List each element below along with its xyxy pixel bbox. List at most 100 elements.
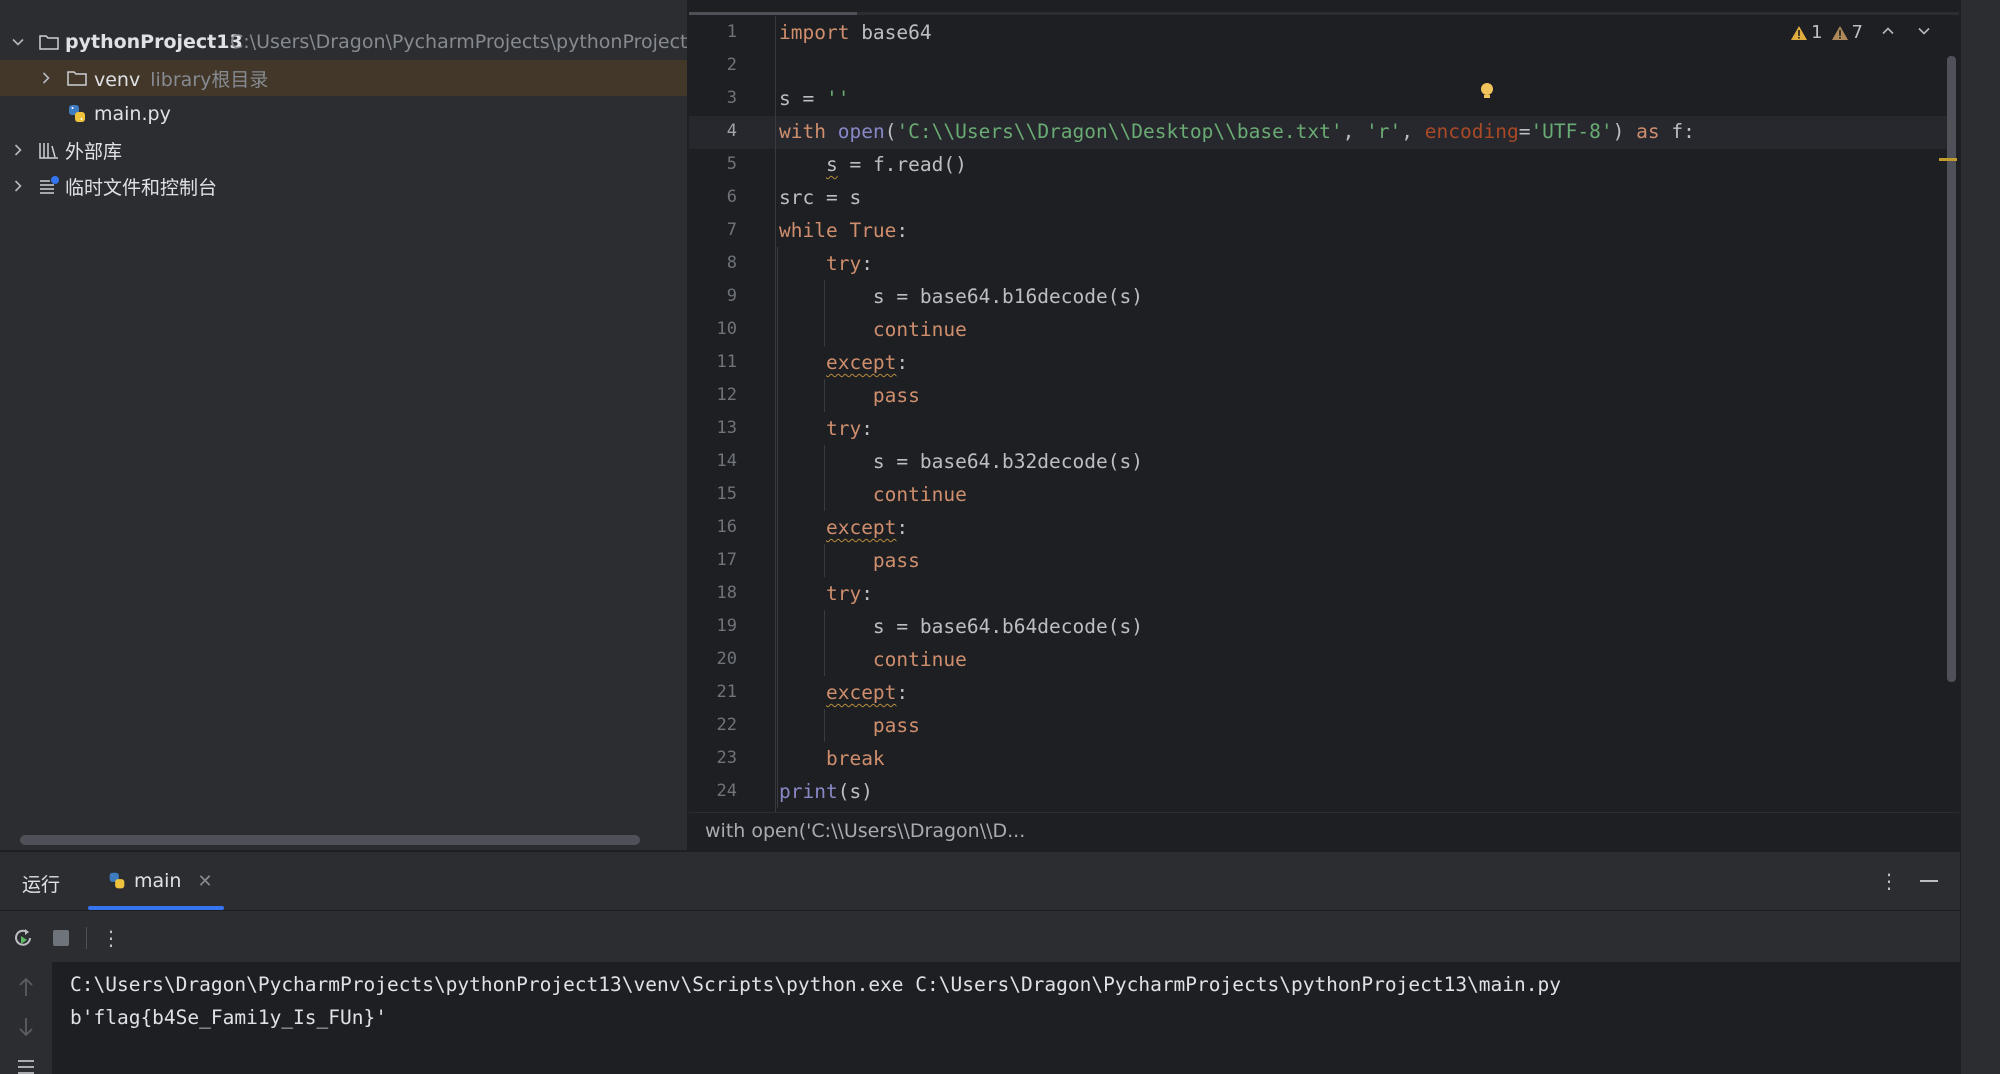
- line-number[interactable]: 2: [689, 49, 737, 82]
- line-number[interactable]: 7: [689, 214, 737, 247]
- line-number[interactable]: 5: [689, 148, 737, 181]
- stop-icon[interactable]: [48, 925, 74, 951]
- code-line[interactable]: except:: [779, 511, 908, 544]
- warning-stripe-marker[interactable]: [1939, 158, 1957, 161]
- code-line[interactable]: except:: [779, 346, 908, 379]
- warning-count[interactable]: 7: [1831, 22, 1863, 43]
- soft-wrap-icon[interactable]: [16, 1058, 36, 1074]
- line-number[interactable]: 1: [689, 16, 737, 49]
- line-number[interactable]: 23: [689, 742, 737, 775]
- run-header: 运行 main ✕ ⋮: [0, 852, 1960, 910]
- code-line[interactable]: s = '': [779, 82, 849, 115]
- tab-main[interactable]: main ✕: [88, 852, 224, 910]
- tab-scrollbar-thumb[interactable]: [689, 12, 857, 15]
- venv-label: venv library根目录: [94, 65, 268, 92]
- line-number[interactable]: 24: [689, 775, 737, 808]
- code-line[interactable]: s = base64.b32decode(s): [779, 445, 1143, 478]
- code-line[interactable]: while True:: [779, 214, 908, 247]
- code-line[interactable]: pass: [779, 709, 920, 742]
- python-icon: [109, 872, 125, 889]
- chevron-right-icon[interactable]: [38, 70, 54, 86]
- code-line[interactable]: pass: [779, 379, 920, 412]
- code-line[interactable]: break: [779, 742, 885, 775]
- chevron-right-icon[interactable]: [10, 178, 26, 194]
- line-number[interactable]: 21: [689, 676, 737, 709]
- code-line[interactable]: s = base64.b64decode(s): [779, 610, 1143, 643]
- code-line[interactable]: try:: [779, 577, 873, 610]
- tab-main-label: main: [134, 870, 182, 892]
- line-number[interactable]: 15: [689, 478, 737, 511]
- code-line[interactable]: continue: [779, 643, 967, 676]
- line-number[interactable]: 18: [689, 577, 737, 610]
- code-line[interactable]: s = f.read(): [779, 148, 967, 181]
- more-options-icon[interactable]: ⋮: [1876, 868, 1902, 894]
- rerun-icon[interactable]: [10, 925, 36, 951]
- console-line[interactable]: b'flag{b4Se_Fami1y_Is_FUn}': [70, 1001, 387, 1034]
- chevron-right-icon[interactable]: [10, 142, 26, 158]
- tree-item-scratches[interactable]: 临时文件和控制台: [0, 168, 687, 204]
- tree-item-venv[interactable]: venv library根目录: [0, 60, 687, 96]
- more-actions-icon[interactable]: ⋮: [98, 925, 124, 951]
- code-line[interactable]: with open('C:\\Users\\Dragon\\Desktop\\b…: [779, 115, 1695, 148]
- toolbar-separator: [86, 927, 87, 949]
- line-number[interactable]: 19: [689, 610, 737, 643]
- scratches-icon: [37, 174, 61, 198]
- indent-guide: [824, 610, 825, 676]
- line-number[interactable]: 11: [689, 346, 737, 379]
- line-number-gutter[interactable]: 1 2 3 4 5 6 7 8 9 10 11 12 13 14 15 16 17 18 19 20 21 22 23 24: [689, 16, 773, 812]
- line-number[interactable]: 4: [689, 115, 737, 148]
- line-number[interactable]: 17: [689, 544, 737, 577]
- line-number[interactable]: 12: [689, 379, 737, 412]
- minimize-icon[interactable]: [1916, 868, 1942, 894]
- arrow-up-icon[interactable]: [16, 976, 36, 1002]
- warning-count-value: 7: [1851, 22, 1863, 43]
- code-line[interactable]: import base64: [779, 16, 932, 49]
- error-count[interactable]: 1: [1790, 22, 1823, 43]
- venv-hint: library根目录: [150, 68, 269, 91]
- code-editor[interactable]: 1 2 3 4 5 6 7 8 9 10 11 12 13 14 15 16 17 18 19 20 21 22 23 24 …: [689, 0, 1959, 850]
- code-line[interactable]: src = s: [779, 181, 861, 214]
- previous-highlight-icon[interactable]: [1881, 22, 1895, 43]
- run-tool-window: 运行 main ✕ ⋮ ⋮ C:\Users\Dragon\PycharmPro…: [0, 851, 1960, 1074]
- console-line[interactable]: C:\Users\Dragon\PycharmProjects\pythonPr…: [70, 968, 1561, 1001]
- horizontal-scrollbar[interactable]: [20, 835, 640, 845]
- tree-item-main-py[interactable]: main.py: [0, 96, 687, 132]
- inspection-widget[interactable]: 1 7: [1790, 22, 1931, 43]
- weak-warning-triangle-icon: [1831, 25, 1848, 40]
- line-number[interactable]: 8: [689, 247, 737, 280]
- line-number[interactable]: 10: [689, 313, 737, 346]
- code-line[interactable]: print(s): [779, 775, 873, 808]
- code-area[interactable]: import base64 s = '' with open('C:\\Users\…: [777, 16, 1939, 812]
- line-number[interactable]: 3: [689, 82, 737, 115]
- code-line[interactable]: continue: [779, 313, 967, 346]
- line-number[interactable]: 20: [689, 643, 737, 676]
- code-line[interactable]: s = base64.b16decode(s): [779, 280, 1143, 313]
- code-line[interactable]: try:: [779, 412, 873, 445]
- code-line[interactable]: try:: [779, 247, 873, 280]
- intention-bulb-icon[interactable]: [1479, 82, 1495, 100]
- indent-guide: [824, 709, 825, 742]
- line-number[interactable]: 14: [689, 445, 737, 478]
- code-line[interactable]: continue: [779, 478, 967, 511]
- close-icon[interactable]: ✕: [197, 871, 212, 892]
- tree-item-external-libraries[interactable]: 外部库: [0, 132, 687, 168]
- tab-scrollbar[interactable]: [689, 12, 1959, 15]
- main-py-label: main.py: [94, 103, 171, 125]
- tree-item-project-root[interactable]: pythonProject13 C:\Users\Dragon\PycharmP…: [0, 24, 687, 60]
- next-highlight-icon[interactable]: [1917, 22, 1931, 43]
- indent-guide: [777, 247, 778, 808]
- line-number[interactable]: 6: [689, 181, 737, 214]
- code-line[interactable]: except:: [779, 676, 908, 709]
- breadcrumb[interactable]: with open('C:\\Users\\Dragon\\D...: [689, 812, 1959, 850]
- line-number[interactable]: 13: [689, 412, 737, 445]
- chevron-down-icon[interactable]: [10, 34, 26, 50]
- arrow-down-icon[interactable]: [16, 1016, 36, 1042]
- console-output[interactable]: C:\Users\Dragon\PycharmProjects\pythonPr…: [52, 962, 1960, 1074]
- code-line[interactable]: pass: [779, 544, 920, 577]
- line-number[interactable]: 16: [689, 511, 737, 544]
- line-number[interactable]: 9: [689, 280, 737, 313]
- editor-vertical-scrollbar[interactable]: [1947, 56, 1956, 682]
- external-libraries-label: 外部库: [65, 140, 123, 163]
- project-root-name: pythonProject13: [65, 31, 243, 53]
- line-number[interactable]: 22: [689, 709, 737, 742]
